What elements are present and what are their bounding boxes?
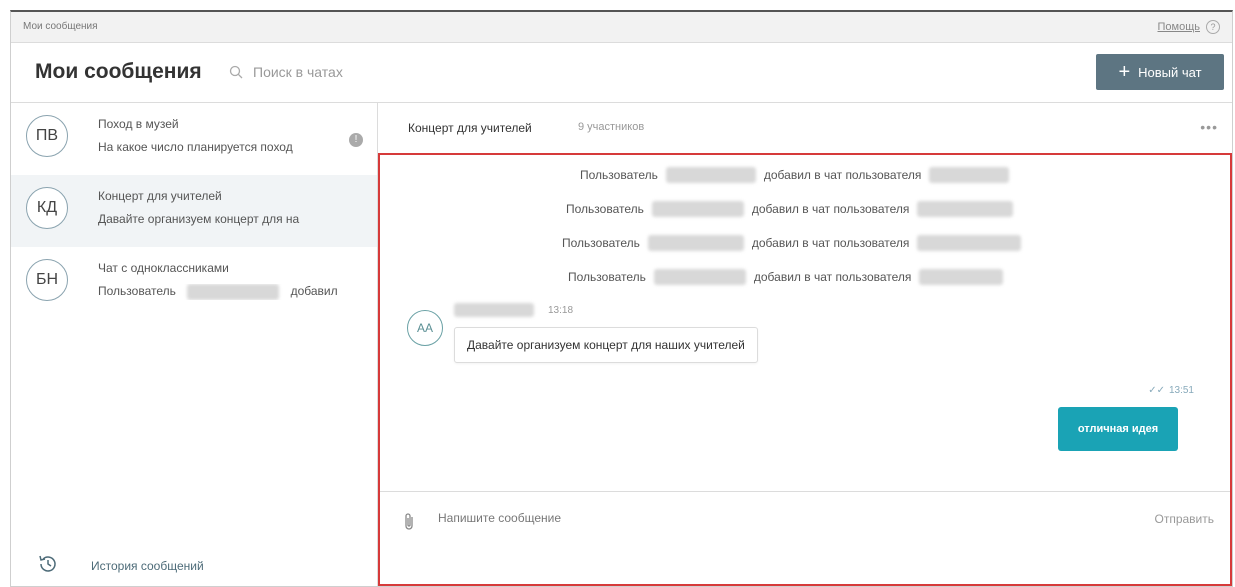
search-icon: [229, 65, 243, 79]
redacted-username: [665, 167, 756, 183]
help-link-label[interactable]: Помощь: [1158, 21, 1201, 33]
preview-prefix: Пользователь: [98, 284, 176, 299]
message-meta: ✓✓ 13:51: [1148, 385, 1194, 396]
messenger-window: Мои сообщения Помощь ? Мои сообщения Пои…: [10, 10, 1233, 587]
top-bar: Мои сообщения Помощь ?: [11, 12, 1232, 43]
chat-list-item[interactable]: БН Чат с одноклассниками Пользователь до…: [11, 247, 377, 319]
chat-preview: Давайте организуем концерт для на: [98, 212, 300, 226]
avatar: ПВ: [26, 115, 68, 157]
message-area: Пользователь добавил в чат пользователя …: [378, 153, 1232, 586]
message-history-link[interactable]: История сообщений: [37, 553, 204, 578]
chat-pane: Концерт для учителей 9 участников ••• По…: [378, 103, 1232, 586]
redacted-username: [651, 201, 744, 217]
send-button[interactable]: Отправить: [1154, 512, 1214, 526]
search-placeholder[interactable]: Поиск в чатах: [253, 64, 343, 80]
double-check-icon: ✓✓: [1148, 385, 1165, 396]
system-message-user: Пользователь: [580, 168, 658, 182]
question-icon[interactable]: ?: [1206, 20, 1220, 34]
page-header: Мои сообщения Поиск в чатах + Новый чат: [11, 42, 1232, 103]
search-field[interactable]: Поиск в чатах: [229, 64, 343, 80]
chat-name: Поход в музей: [98, 117, 179, 131]
system-message-text: добавил в чат пользователя: [753, 270, 912, 284]
chat-list-item-active[interactable]: КД Концерт для учителей Давайте организу…: [11, 175, 377, 247]
system-message: Пользователь добавил в чат пользователя: [568, 269, 1004, 285]
breadcrumb: Мои сообщения: [23, 21, 98, 32]
chat-name: Чат с одноклассниками: [98, 261, 229, 275]
chat-preview: Пользователь добавил: [98, 284, 348, 300]
message-time: 13:18: [548, 304, 574, 316]
message-input[interactable]: [436, 510, 1040, 526]
system-message-text: добавил в чат пользователя: [751, 236, 910, 250]
system-message-text: добавил в чат пользователя: [763, 168, 922, 182]
chat-title: Концерт для учителей: [408, 121, 532, 135]
history-icon: [37, 553, 59, 578]
chat-list-item[interactable]: ПВ Поход в музей На какое число планируе…: [11, 103, 377, 175]
new-chat-button[interactable]: + Новый чат: [1096, 54, 1224, 90]
redacted-username: [917, 201, 1014, 217]
history-label[interactable]: История сообщений: [91, 559, 204, 573]
system-message-text: добавил в чат пользователя: [751, 202, 910, 216]
avatar[interactable]: АА: [407, 310, 443, 346]
chat-list-sidebar: ПВ Поход в музей На какое число планируе…: [11, 103, 378, 586]
system-message-user: Пользователь: [566, 202, 644, 216]
chat-name: Концерт для учителей: [98, 189, 222, 203]
page-title: Мои сообщения: [35, 60, 202, 83]
redacted-username: [653, 269, 746, 285]
system-message: Пользователь добавил в чат пользователя: [580, 167, 1010, 183]
message-meta: 13:18: [454, 303, 573, 317]
redacted-username: [454, 303, 534, 317]
system-message-user: Пользователь: [562, 236, 640, 250]
preview-suffix: добавил: [290, 284, 338, 299]
more-options-icon[interactable]: •••: [1200, 119, 1218, 135]
outgoing-message: отличная идея: [1058, 407, 1178, 451]
incoming-message: Давайте организуем концерт для наших учи…: [454, 327, 758, 363]
help-link[interactable]: Помощь ?: [1158, 20, 1220, 34]
chat-header: Концерт для учителей 9 участников •••: [378, 103, 1232, 151]
message-time: 13:51: [1168, 385, 1194, 396]
system-message: Пользователь добавил в чат пользователя: [562, 235, 1022, 251]
participants-count[interactable]: 9 участников: [578, 121, 644, 133]
chat-preview: На какое число планируется поход: [98, 140, 293, 154]
avatar: КД: [26, 187, 68, 229]
avatar: БН: [26, 259, 68, 301]
system-message: Пользователь добавил в чат пользователя: [566, 201, 1014, 217]
redacted-username: [929, 167, 1010, 183]
paperclip-icon[interactable]: [402, 512, 416, 537]
new-chat-label: Новый чат: [1138, 64, 1202, 80]
redacted-username: [917, 235, 1022, 251]
redacted-username: [919, 269, 1004, 285]
redacted-username: [187, 284, 280, 300]
system-message-user: Пользователь: [568, 270, 646, 284]
plus-icon: +: [1118, 61, 1131, 83]
unread-badge: !: [349, 133, 363, 147]
redacted-username: [647, 235, 744, 251]
message-composer: Отправить: [380, 491, 1230, 584]
